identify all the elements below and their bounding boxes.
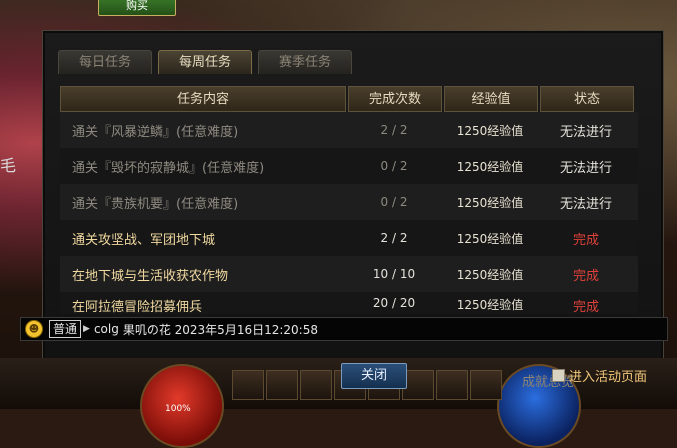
task-exp: 1250经验值 xyxy=(456,231,524,246)
activity-page-link[interactable]: 进入活动页面 xyxy=(552,366,647,385)
task-name: 通关『风暴逆鳞』(任意难度) xyxy=(72,124,239,140)
task-name: 在阿拉德冒险招募佣兵 xyxy=(72,300,203,314)
task-count: 0 / 2 xyxy=(380,159,408,173)
tab-weekly[interactable]: 每周任务 xyxy=(158,50,252,74)
task-status: 完成 xyxy=(572,300,599,314)
header-count: 完成次数 xyxy=(348,86,442,112)
tab-season[interactable]: 赛季任务 xyxy=(258,50,352,74)
skill-slot[interactable] xyxy=(436,370,468,400)
buy-button[interactable]: 购买 xyxy=(98,0,176,16)
skill-slot[interactable] xyxy=(470,370,502,400)
table-body: 通关『风暴逆鳞』(任意难度) 2 / 2 1250经验值 无法进行 通关『毁坏的… xyxy=(60,112,638,314)
task-name: 通关『贵族机要』(任意难度) xyxy=(72,196,239,212)
task-exp: 1250经验值 xyxy=(456,298,524,312)
task-status: 无法进行 xyxy=(559,196,612,212)
chat-user[interactable]: colg xyxy=(94,322,119,336)
header-status: 状态 xyxy=(540,86,634,112)
task-status: 无法进行 xyxy=(559,124,612,140)
close-button[interactable]: 关闭 xyxy=(341,363,407,389)
skill-slot[interactable] xyxy=(266,370,298,400)
tab-daily[interactable]: 每日任务 xyxy=(58,50,152,74)
task-name: 在地下城与生活收获农作物 xyxy=(72,268,229,284)
header-exp: 经验值 xyxy=(444,86,538,112)
table-row[interactable]: 通关『毁坏的寂静城』(任意难度) 0 / 2 1250经验值 无法进行 xyxy=(60,148,638,184)
play-arrow-icon: ▶ xyxy=(83,324,90,334)
skill-slot[interactable] xyxy=(300,370,332,400)
task-name: 通关攻坚战、军团地下城 xyxy=(72,232,216,248)
table-row[interactable]: 通关『贵族机要』(任意难度) 0 / 2 1250经验值 无法进行 xyxy=(60,184,638,220)
chat-message: 果叽の花 2023年5月16日12:20:58 xyxy=(122,322,318,337)
header-task: 任务内容 xyxy=(60,86,346,112)
task-status: 无法进行 xyxy=(559,160,612,176)
task-count: 2 / 2 xyxy=(380,123,408,137)
table-row[interactable]: 在阿拉德冒险招募佣兵 20 / 20 1250经验值 完成 xyxy=(60,292,638,314)
table-row[interactable]: 通关『风暴逆鳞』(任意难度) 2 / 2 1250经验值 无法进行 xyxy=(60,112,638,148)
chat-bar[interactable]: ☻ 普通 ▶ colg 果叽の花 2023年5月16日12:20:58 xyxy=(20,317,668,341)
task-name: 通关『毁坏的寂静城』(任意难度) xyxy=(72,160,265,176)
task-exp: 1250经验值 xyxy=(456,267,524,282)
side-character-text: 毛 xyxy=(0,156,17,175)
task-table: 任务内容 完成次数 经验值 状态 通关『风暴逆鳞』(任意难度) 2 / 2 12… xyxy=(60,86,638,314)
activity-label: 进入活动页面 xyxy=(569,370,648,385)
checkbox-icon[interactable] xyxy=(552,369,565,382)
task-count: 0 / 2 xyxy=(380,195,408,209)
task-status: 完成 xyxy=(572,232,599,248)
chat-channel[interactable]: 普通 xyxy=(49,320,82,338)
task-exp: 1250经验值 xyxy=(456,195,524,210)
task-count: 20 / 20 xyxy=(372,296,416,310)
table-row[interactable]: 在地下城与生活收获农作物 10 / 10 1250经验值 完成 xyxy=(60,256,638,292)
task-exp: 1250经验值 xyxy=(456,159,524,174)
task-status: 完成 xyxy=(572,268,599,284)
task-count: 10 / 10 xyxy=(372,267,416,281)
hp-percent: 100% xyxy=(165,404,191,414)
emoji-icon[interactable]: ☻ xyxy=(25,320,43,338)
task-tabs: 每日任务 每周任务 赛季任务 xyxy=(58,50,352,74)
table-header: 任务内容 完成次数 经验值 状态 xyxy=(60,86,638,112)
task-count: 2 / 2 xyxy=(380,231,408,245)
task-exp: 1250经验值 xyxy=(456,123,524,138)
table-row[interactable]: 通关攻坚战、军团地下城 2 / 2 1250经验值 完成 xyxy=(60,220,638,256)
skill-slot[interactable] xyxy=(232,370,264,400)
